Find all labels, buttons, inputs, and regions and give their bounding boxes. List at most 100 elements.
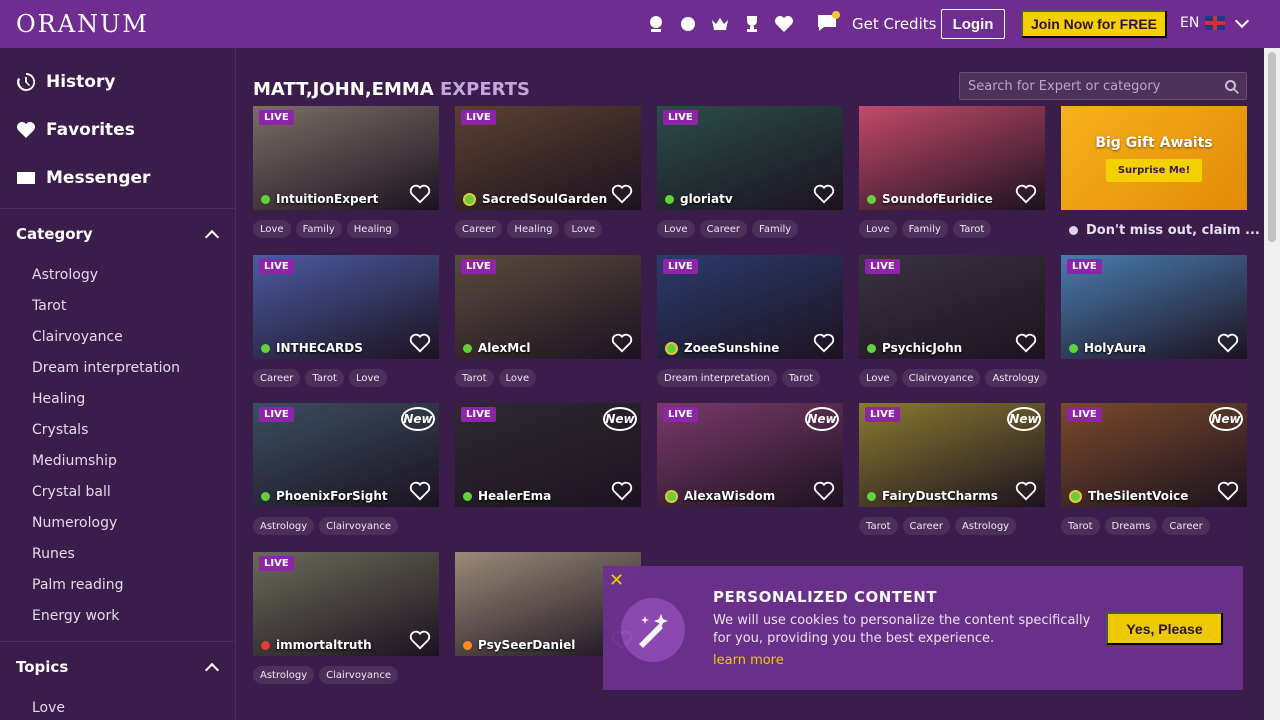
expert-thumbnail[interactable]: LIVE immortaltruth bbox=[253, 552, 439, 656]
tag-chip[interactable]: Astrology bbox=[954, 517, 1017, 535]
tag-chip[interactable]: Love bbox=[859, 220, 897, 238]
expert-card[interactable]: LIVE SacredSoulGarden bbox=[455, 106, 641, 210]
tag-chip[interactable]: Dream interpretation bbox=[657, 369, 777, 387]
tag-chip[interactable]: Clairvoyance bbox=[319, 517, 399, 535]
search-input[interactable] bbox=[968, 78, 1208, 94]
category-item-astrology[interactable]: Astrology bbox=[32, 259, 235, 290]
favorite-heart-icon[interactable] bbox=[813, 333, 835, 353]
tag-chip[interactable]: Love bbox=[564, 220, 603, 238]
favorite-heart-icon[interactable] bbox=[1015, 481, 1037, 501]
favorite-heart-icon[interactable] bbox=[409, 184, 431, 204]
favorite-heart-icon[interactable] bbox=[1217, 333, 1239, 353]
category-item-healing[interactable]: Healing bbox=[32, 383, 235, 414]
expert-card[interactable]: LIVE New AlexaWisdom bbox=[657, 403, 843, 507]
tag-chip[interactable]: Astrology bbox=[253, 666, 315, 684]
favorite-heart-icon[interactable] bbox=[611, 184, 633, 204]
tag-chip[interactable]: Family bbox=[901, 220, 948, 238]
tag-chip[interactable]: Tarot bbox=[781, 369, 821, 387]
category-header[interactable]: Category bbox=[0, 209, 235, 259]
expert-card[interactable]: LIVE New HealerEma bbox=[455, 403, 641, 507]
sidebar-item-messenger[interactable]: Messenger bbox=[0, 154, 235, 202]
tag-chip[interactable]: Tarot bbox=[859, 517, 898, 535]
get-credits-link[interactable]: Get Credits bbox=[852, 15, 936, 33]
tag-chip[interactable]: Love bbox=[657, 220, 695, 238]
sidebar-item-history[interactable]: History bbox=[0, 58, 235, 106]
accept-cookies-button[interactable]: Yes, Please bbox=[1106, 612, 1223, 645]
expert-card[interactable]: LIVE New TheSilentVoice bbox=[1061, 403, 1247, 507]
favorite-heart-icon[interactable] bbox=[611, 481, 633, 501]
category-item-tarot[interactable]: Tarot bbox=[32, 290, 235, 321]
category-item-crystal-ball[interactable]: Crystal ball bbox=[32, 476, 235, 507]
topics-header[interactable]: Topics bbox=[0, 642, 235, 692]
surprise-me-button[interactable]: Surprise Me! bbox=[1105, 158, 1203, 182]
psychic-icon[interactable] bbox=[646, 12, 666, 36]
heart-icon[interactable] bbox=[774, 12, 794, 36]
expert-thumbnail[interactable]: LIVE New FairyDustCharms bbox=[859, 403, 1045, 507]
favorite-heart-icon[interactable] bbox=[409, 481, 431, 501]
expert-card[interactable]: LIVE HolyAura bbox=[1061, 255, 1247, 359]
tag-chip[interactable]: Healing bbox=[507, 220, 560, 238]
favorite-heart-icon[interactable] bbox=[409, 333, 431, 353]
expert-thumbnail[interactable]: LIVE INTHECARDS bbox=[253, 255, 439, 359]
expert-thumbnail[interactable]: SoundofEuridice bbox=[859, 106, 1045, 210]
category-item-crystals[interactable]: Crystals bbox=[32, 414, 235, 445]
expert-card[interactable]: LIVE gloriatv bbox=[657, 106, 843, 210]
category-item-dream-interpretation[interactable]: Dream interpretation bbox=[32, 352, 235, 383]
expert-thumbnail[interactable]: LIVE New HealerEma bbox=[455, 403, 641, 507]
login-button[interactable]: Login bbox=[941, 9, 1005, 39]
search-icon[interactable] bbox=[1224, 79, 1240, 95]
expert-card[interactable]: LIVE AlexMcl bbox=[455, 255, 641, 359]
category-item-runes[interactable]: Runes bbox=[32, 538, 235, 569]
favorite-heart-icon[interactable] bbox=[1015, 333, 1037, 353]
tag-chip[interactable]: Astrology bbox=[985, 369, 1047, 387]
expert-thumbnail[interactable]: LIVE AlexMcl bbox=[455, 255, 641, 359]
close-icon[interactable]: ✕ bbox=[609, 570, 624, 591]
expert-card[interactable]: LIVE INTHECARDS bbox=[253, 255, 439, 359]
expert-card[interactable]: LIVE New FairyDustCharms bbox=[859, 403, 1045, 507]
tag-chip[interactable]: Tarot bbox=[952, 220, 992, 238]
category-item-palm-reading[interactable]: Palm reading bbox=[32, 569, 235, 600]
sidebar-item-favorites[interactable]: Favorites bbox=[0, 106, 235, 154]
expert-thumbnail[interactable]: LIVE SacredSoulGarden bbox=[455, 106, 641, 210]
expert-card[interactable]: LIVE ZoeeSunshine bbox=[657, 255, 843, 359]
learn-more-link[interactable]: learn more bbox=[713, 653, 784, 668]
chat-icon[interactable] bbox=[816, 11, 840, 36]
favorite-heart-icon[interactable] bbox=[813, 184, 835, 204]
category-item-mediumship[interactable]: Mediumship bbox=[32, 445, 235, 476]
tag-chip[interactable]: Career bbox=[1162, 517, 1210, 535]
favorite-heart-icon[interactable] bbox=[813, 481, 835, 501]
tag-chip[interactable]: Astrology bbox=[253, 517, 315, 535]
tag-chip[interactable]: Career bbox=[253, 369, 301, 387]
favorite-heart-icon[interactable] bbox=[409, 630, 431, 650]
tag-chip[interactable]: Family bbox=[295, 220, 342, 238]
tag-chip[interactable]: Career bbox=[455, 220, 503, 238]
tag-chip[interactable]: Career bbox=[699, 220, 748, 238]
tag-chip[interactable]: Career bbox=[902, 517, 950, 535]
trophy-icon[interactable] bbox=[742, 12, 762, 36]
expert-thumbnail[interactable]: LIVE PsychicJohn bbox=[859, 255, 1045, 359]
tag-chip[interactable]: Dreams bbox=[1104, 517, 1158, 535]
expert-thumbnail[interactable]: LIVE ZoeeSunshine bbox=[657, 255, 843, 359]
expert-card[interactable]: SoundofEuridice bbox=[859, 106, 1045, 210]
page-scrollbar[interactable] bbox=[1264, 48, 1280, 720]
tag-chip[interactable]: Love bbox=[498, 369, 537, 387]
tag-chip[interactable]: Tarot bbox=[455, 369, 494, 387]
expert-thumbnail[interactable]: LIVE New PhoenixForSight bbox=[253, 403, 439, 507]
expert-card[interactable]: LIVE PsychicJohn bbox=[859, 255, 1045, 359]
category-item-energy-work[interactable]: Energy work bbox=[32, 600, 235, 631]
tag-chip[interactable]: Clairvoyance bbox=[901, 369, 981, 387]
oranum-logo[interactable]: ORANUM bbox=[16, 10, 149, 38]
tag-chip[interactable]: Family bbox=[752, 220, 799, 238]
expert-card[interactable]: LIVE New PhoenixForSight bbox=[253, 403, 439, 507]
tag-chip[interactable]: Love bbox=[253, 220, 291, 238]
favorite-heart-icon[interactable] bbox=[611, 333, 633, 353]
expert-thumbnail[interactable]: LIVE gloriatv bbox=[657, 106, 843, 210]
tag-chip[interactable]: Love bbox=[348, 369, 387, 387]
category-item-numerology[interactable]: Numerology bbox=[32, 507, 235, 538]
join-now-button[interactable]: Join Now for FREE bbox=[1021, 10, 1167, 38]
expert-thumbnail[interactable]: LIVE New TheSilentVoice bbox=[1061, 403, 1247, 507]
expert-card[interactable]: LIVE IntuitionExpert bbox=[253, 106, 439, 210]
tag-chip[interactable]: Clairvoyance bbox=[319, 666, 399, 684]
tag-chip[interactable]: Tarot bbox=[1061, 517, 1100, 535]
expert-thumbnail[interactable]: LIVE New AlexaWisdom bbox=[657, 403, 843, 507]
